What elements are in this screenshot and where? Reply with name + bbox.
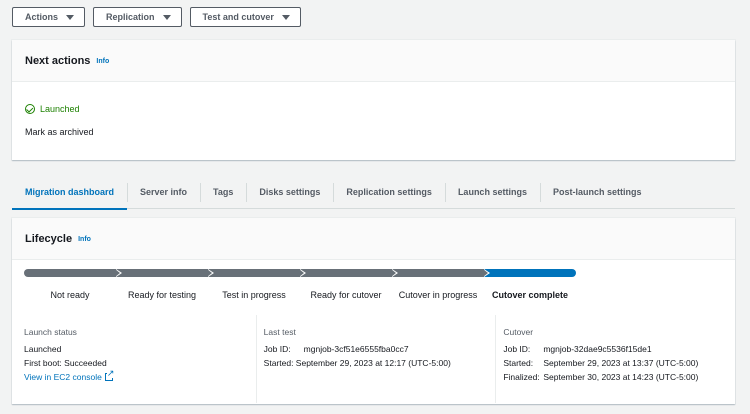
actions-dropdown[interactable]: Actions [12, 7, 86, 27]
cutover-job-row: Job ID: mgnjob-32dae9c5536f15de1 [503, 342, 735, 356]
next-actions-info-link[interactable]: Info [96, 58, 109, 65]
caret-down-icon [281, 14, 290, 20]
lifecycle-panel: Lifecycle Info Not ready Ready for testi… [12, 218, 735, 404]
last-test-column: Last test Job ID: mgnjob-3cf51e6555fba0cc… [255, 315, 496, 403]
progress-segment-cutover-in-progress [392, 269, 484, 277]
caret-down-icon [162, 14, 171, 20]
cutover-finalized-row: Finalized: September 30, 2023 at 14:23 (U… [503, 370, 735, 384]
test-cutover-dropdown[interactable]: Test and cutover [189, 7, 301, 27]
launch-status-column: Launch status Launched First boot: Succe… [12, 315, 256, 403]
success-check-icon [25, 104, 35, 114]
progress-segment-not-ready [24, 269, 116, 277]
started-label: Started: [503, 358, 534, 368]
replication-label: Replication [106, 12, 155, 22]
last-test-job-id-link[interactable]: mgnjob-3cf51e6555fba0cc7 [304, 342, 409, 356]
progress-segment-test-in-progress [208, 269, 300, 277]
job-id-label: Job ID: [263, 344, 291, 354]
chevron-right-icon [114, 269, 123, 277]
chevron-right-icon [482, 269, 491, 277]
chevron-right-icon [206, 269, 215, 277]
first-boot-status: First boot: Succeeded [24, 358, 107, 368]
lifecycle-info-link[interactable]: Info [78, 236, 91, 243]
lifecycle-header: Lifecycle Info [12, 218, 735, 260]
chevron-right-icon [298, 269, 307, 277]
mark-as-archived-text: Mark as archived [25, 127, 94, 137]
launch-status-value: Launched [24, 344, 62, 354]
view-ec2-console-link[interactable]: View in EC2 console [24, 369, 256, 384]
toolbar: Actions Replication Test and cutover [12, 7, 301, 27]
cutover-column: Cutover Job ID: mgnjob-32dae9c5536f15de1 … [495, 315, 735, 403]
tab-launch-settings[interactable]: Launch settings [444, 176, 540, 209]
step-cutover-complete: Cutover complete [491, 290, 569, 300]
cutover-finalized-value: September 30, 2023 at 14:23 (UTC-5:00) [543, 372, 699, 382]
next-actions-header: Next actions Info [12, 40, 735, 82]
tab-tags[interactable]: Tags [200, 176, 246, 209]
step-test-in-progress: Test in progress [222, 290, 286, 300]
tab-disks-settings[interactable]: Disks settings [246, 176, 333, 209]
tab-migration-dashboard[interactable]: Migration dashboard [12, 176, 128, 210]
step-ready-for-cutover: Ready for cutover [310, 290, 382, 300]
cutover-job-id-link[interactable]: mgnjob-32dae9c5536f15de1 [543, 342, 651, 356]
tab-replication-settings[interactable]: Replication settings [333, 176, 445, 209]
last-test-job-row: Job ID: mgnjob-3cf51e6555fba0cc7 [264, 342, 496, 356]
lifecycle-progress-bar [24, 269, 576, 277]
launched-status: Launched [25, 104, 80, 114]
finalized-label: Finalized: [503, 372, 540, 382]
view-ec2-console-label: View in EC2 console [24, 372, 102, 382]
cutover-started-row: Started: September 29, 2023 at 13:37 (UTC… [503, 356, 735, 370]
last-test-title: Last test [263, 327, 296, 337]
test-cutover-label: Test and cutover [202, 12, 274, 22]
external-link-icon [104, 369, 115, 381]
step-not-ready: Not ready [50, 290, 90, 300]
step-ready-for-testing: Ready for testing [127, 290, 197, 300]
job-id-label: Job ID: [503, 344, 531, 354]
cutover-title: Cutover [503, 327, 534, 337]
next-actions-title: Next actions [25, 54, 91, 67]
tab-bar: Migration dashboard Server info Tags Dis… [12, 176, 735, 210]
progress-segment-ready-for-testing [116, 269, 208, 277]
launch-status-title: Launch status [24, 327, 77, 337]
next-actions-panel: Next actions Info Launched Mark as archi… [12, 40, 735, 160]
step-cutover-in-progress: Cutover in progress [398, 290, 478, 300]
lifecycle-details: Launch status Launched First boot: Succe… [12, 315, 735, 403]
replication-dropdown[interactable]: Replication [93, 7, 182, 27]
lifecycle-title: Lifecycle [25, 232, 73, 245]
cutover-started-value: September 29, 2023 at 13:37 (UTC-5:00) [543, 358, 699, 368]
progress-segment-cutover-complete [484, 269, 576, 277]
actions-label: Actions [25, 12, 59, 22]
chevron-right-icon [390, 269, 399, 277]
last-test-started: Started: September 29, 2023 at 12:17 (UT… [263, 358, 451, 368]
launched-status-text: Launched [40, 104, 80, 114]
caret-down-icon [66, 14, 75, 20]
tab-server-info[interactable]: Server info [127, 176, 200, 209]
tab-post-launch-settings[interactable]: Post-launch settings [539, 176, 655, 209]
progress-segment-ready-for-cutover [300, 269, 392, 277]
